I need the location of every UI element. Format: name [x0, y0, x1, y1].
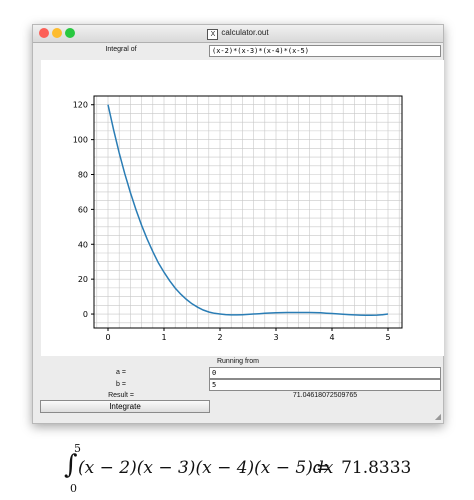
plot-panel: 0 1 2 3 4 5 0 20 40 60 80 100 120	[41, 60, 444, 356]
y-tick-label: 100	[73, 136, 88, 145]
formula-value: 71.8333	[341, 458, 412, 478]
calculator-window: Xcalculator.out Integral of (x-2)*(x-3)*…	[32, 24, 444, 424]
x-tick-label: 2	[217, 333, 222, 342]
x-tick-label: 1	[161, 333, 166, 342]
x11-icon: X	[207, 29, 219, 40]
y-tick-label: 120	[73, 101, 88, 110]
b-label: b =	[116, 381, 126, 388]
integral-label: Integral of	[105, 46, 137, 53]
y-tick-label: 20	[78, 275, 88, 284]
running-from-label: Running from	[216, 358, 260, 365]
y-tick-label: 40	[78, 240, 88, 249]
equals-sign: =	[316, 458, 331, 478]
a-label: a =	[116, 369, 126, 376]
window-title: Xcalculator.out	[33, 28, 443, 40]
lower-bound: 0	[70, 482, 77, 495]
x-tick-label: 5	[385, 333, 390, 342]
x-tick-label: 0	[105, 333, 110, 342]
integrand-expression: (x − 2)(x − 3)(x − 4)(x − 5)dx	[78, 458, 334, 478]
y-tick-label: 80	[78, 170, 88, 179]
y-tick-label: 60	[78, 205, 88, 214]
series-line	[107, 104, 389, 317]
a-input[interactable]: 0	[209, 367, 441, 379]
x-tick-label: 4	[329, 333, 334, 342]
formula-result: = 71.8333	[316, 458, 411, 478]
b-input[interactable]: 5	[209, 379, 441, 391]
result-value: 71.04618072509765	[292, 392, 358, 399]
integrand-chart: 0 1 2 3 4 5 0 20 40 60 80 100 120	[73, 95, 403, 342]
integrate-button[interactable]: Integrate	[40, 400, 210, 413]
integral-formula: 5 ∫ 0 (x − 2)(x − 3)(x − 4)(x − 5)dx = 7…	[64, 442, 444, 498]
resize-grip-icon[interactable]: ◢	[435, 412, 441, 421]
result-label: Result =	[108, 392, 134, 399]
x-tick-label: 3	[273, 333, 278, 342]
title-bar[interactable]: Xcalculator.out	[33, 25, 443, 43]
window-title-text: calculator.out	[221, 28, 269, 37]
integral-sign-icon: ∫	[64, 450, 78, 480]
y-tick-label: 0	[83, 310, 88, 319]
integral-input[interactable]: (x-2)*(x-3)*(x-4)*(x-5)	[209, 45, 441, 57]
